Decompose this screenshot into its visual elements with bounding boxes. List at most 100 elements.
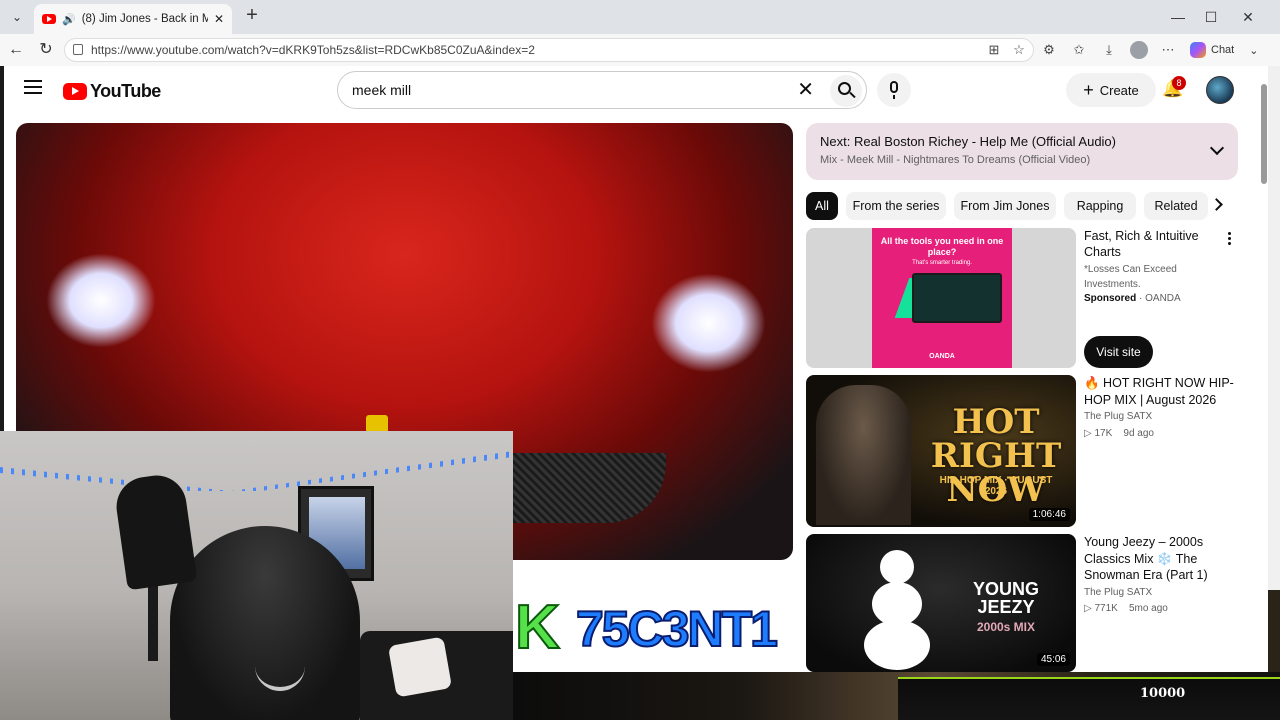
search-input[interactable] — [352, 82, 772, 98]
view-count: 17K — [1094, 428, 1113, 439]
stream-overlay-edge — [1268, 590, 1280, 672]
visit-site-button[interactable]: Visit site — [1084, 336, 1153, 368]
address-bar[interactable]: https://www.youtube.com/watch?v=dKRK9Toh… — [64, 38, 1034, 62]
youtube-logo[interactable]: YouTube — [63, 81, 161, 102]
downloads-icon[interactable]: ⤓ — [1101, 42, 1117, 58]
browser-toolbar: ← ↻ https://www.youtube.com/watch?v=dKRK… — [0, 34, 1280, 66]
copilot-icon — [1190, 42, 1206, 58]
tab-list-chevron-icon[interactable]: ⌄ — [6, 6, 28, 28]
video-thumbnail[interactable]: YOUNG JEEZY 2000s MIX 45:06 — [806, 534, 1076, 672]
ad-description: *Losses Can Exceed Investments. — [1084, 264, 1177, 290]
speaker-icon[interactable]: 🔊 — [62, 13, 76, 26]
video-thumbnail[interactable]: HOT RIGHT NOW HIP-HOP MIX · AUGUST 2026 … — [806, 375, 1076, 527]
video-title[interactable]: Young Jeezy – 2000s Classics Mix ❄️ The … — [1084, 534, 1234, 584]
new-tab-button[interactable]: + — [242, 5, 262, 26]
streamer-person — [170, 526, 360, 720]
site-info-icon[interactable] — [73, 44, 83, 55]
scrollbar-thumb[interactable] — [1261, 84, 1267, 184]
copilot-chat-button[interactable]: Chat ⌄ — [1190, 40, 1258, 60]
play-count-icon: ▷ — [1084, 603, 1095, 614]
filter-chips: All From the series From Jim Jones Rappi… — [806, 192, 1238, 220]
ad-thumb-brand: OANDA — [929, 353, 955, 360]
up-next-subtitle: Mix - Meek Mill - Nightmares To Dreams (… — [820, 154, 1091, 166]
maximize-button[interactable]: ☐ — [1201, 8, 1221, 26]
ad-creative: All the tools you need in one place? Tha… — [872, 228, 1012, 368]
stream-counter-value: 10000 — [1140, 686, 1186, 701]
mic-stand — [148, 581, 158, 661]
dot-separator — [1121, 603, 1127, 614]
chip-rapping[interactable]: Rapping — [1064, 192, 1136, 220]
browser-tab-active[interactable]: 🔊 (8) Jim Jones - Back in My Bac ✕ — [34, 4, 232, 34]
ad-advertiser: OANDA — [1145, 293, 1181, 304]
create-button[interactable]: + Create — [1066, 73, 1156, 107]
chip-related[interactable]: Related — [1144, 192, 1208, 220]
video-duration: 1:06:46 — [1028, 508, 1070, 521]
streamer-logo-prefix: K — [514, 592, 561, 663]
thumbnail-subtitle-text: 2000s MIX — [976, 620, 1036, 634]
copilot-label: Chat — [1211, 44, 1235, 56]
browser-profile-avatar[interactable] — [1130, 41, 1148, 59]
led-strip — [0, 451, 513, 491]
youtube-play-icon — [63, 83, 87, 100]
view-count: 771K — [1094, 603, 1118, 614]
youtube-favicon-icon — [42, 14, 56, 24]
close-window-button[interactable]: ✕ — [1238, 8, 1258, 26]
streamer-webcam — [0, 431, 513, 720]
pillow — [387, 636, 453, 698]
window-edge — [1268, 66, 1280, 672]
channel-name[interactable]: The Plug SATX — [1084, 587, 1152, 598]
favorite-star-icon[interactable]: ☆ — [1011, 42, 1027, 58]
tab-title: (8) Jim Jones - Back in My Bac — [81, 13, 208, 25]
chevron-down-icon: ⌄ — [1249, 44, 1259, 57]
play-count-icon: ▷ — [1084, 428, 1095, 439]
car-headlight-right — [651, 273, 766, 373]
voice-search-button[interactable] — [877, 73, 911, 107]
thumbnail-person — [816, 385, 911, 525]
upload-age: 9d ago — [1123, 428, 1154, 439]
up-next-banner[interactable]: Next: Real Boston Richey - Help Me (Offi… — [806, 123, 1238, 180]
more-menu-icon[interactable]: ⋯ — [1160, 42, 1176, 58]
favorites-icon[interactable]: ✩ — [1071, 42, 1087, 58]
account-avatar[interactable] — [1206, 76, 1234, 104]
youtube-masthead: YouTube ✕ + Create 🔔 8 — [4, 66, 1268, 114]
car-headlight-left — [46, 253, 156, 348]
streamer-logo: 75C3NT1 — [575, 600, 779, 658]
thumbnail-title-text: YOUNG JEEZY — [972, 579, 1039, 617]
ad-sponsor-row: Sponsored · OANDA — [1084, 293, 1181, 304]
youtube-logo-text: YouTube — [90, 81, 161, 101]
trading-screen-graphic — [912, 273, 1002, 323]
thumbnail-subtitle-text: HIP-HOP MIX · AUGUST 2026 — [939, 475, 1053, 497]
search-box[interactable]: ✕ — [337, 71, 867, 109]
up-next-title: Next: Real Boston Richey - Help Me (Offi… — [820, 134, 1116, 149]
chip-from-jim-jones[interactable]: From Jim Jones — [954, 192, 1056, 220]
channel-name[interactable]: The Plug SATX — [1084, 411, 1152, 422]
dot-separator — [1115, 428, 1121, 439]
minimize-button[interactable]: — — [1168, 8, 1188, 26]
plus-icon: + — [1083, 80, 1094, 100]
create-label: Create — [1099, 82, 1139, 98]
more-actions-icon[interactable] — [1228, 232, 1232, 248]
tab-close-icon[interactable]: ✕ — [214, 12, 224, 26]
video-title[interactable]: 🔥 HOT RIGHT NOW HIP-HOP MIX | August 202… — [1084, 375, 1234, 408]
url-text: https://www.youtube.com/watch?v=dKRK9Toh… — [91, 43, 535, 57]
ad-thumbnail[interactable]: All the tools you need in one place? Tha… — [806, 228, 1076, 368]
search-button[interactable] — [830, 75, 862, 107]
notification-count-badge: 8 — [1172, 76, 1186, 90]
chip-all[interactable]: All — [806, 192, 838, 220]
chip-from-the-series[interactable]: From the series — [846, 192, 946, 220]
clear-search-icon[interactable]: ✕ — [797, 80, 814, 100]
page-scrollbar[interactable] — [1260, 74, 1268, 672]
reload-icon[interactable]: ↻ — [36, 40, 56, 60]
hamburger-menu-icon[interactable] — [24, 80, 42, 94]
ad-thumb-headline: All the tools you need in one place? — [880, 236, 1004, 257]
app-available-icon[interactable]: ⊞ — [986, 42, 1002, 58]
upload-age: 5mo ago — [1128, 603, 1168, 614]
microphone-icon — [890, 81, 898, 93]
browser-tab-bar: ⌄ 🔊 (8) Jim Jones - Back in My Bac ✕ + —… — [0, 0, 1280, 34]
extensions-icon[interactable]: ⚙ — [1041, 42, 1057, 58]
back-arrow-icon[interactable]: ← — [6, 40, 26, 60]
video-duration: 45:06 — [1036, 653, 1070, 666]
ad-title[interactable]: Fast, Rich & Intuitive Charts — [1084, 228, 1214, 260]
video-meta: ▷ 17K 9d ago — [1084, 428, 1154, 439]
ad-thumb-sub: That's smarter trading. — [912, 260, 972, 266]
